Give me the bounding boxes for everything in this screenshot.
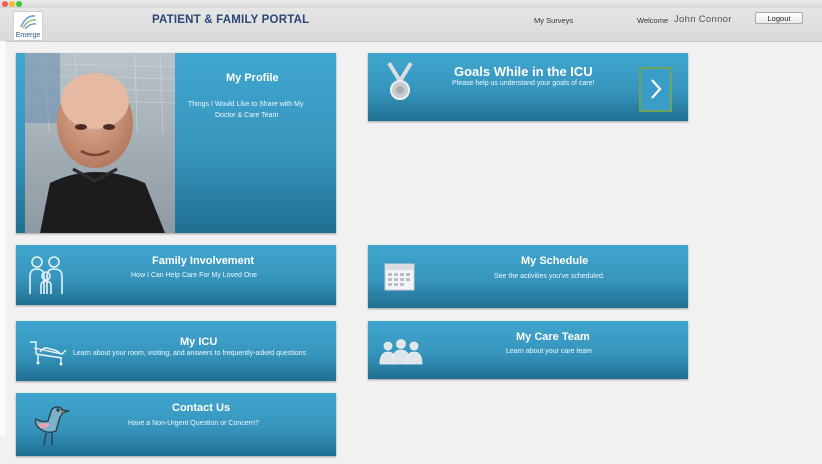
family-icon bbox=[29, 256, 63, 294]
profile-photo bbox=[25, 53, 175, 233]
my-profile-subtitle-line2: Doctor & Care Team bbox=[215, 112, 279, 119]
chevron-right-icon bbox=[651, 79, 662, 99]
family-involvement-title: Family Involvement bbox=[152, 255, 255, 267]
my-icu-tile[interactable]: My ICU Learn about your room, visiting, … bbox=[16, 321, 336, 381]
minimize-window-icon[interactable] bbox=[9, 1, 15, 7]
bird-icon bbox=[34, 406, 70, 446]
my-icu-subtitle: Learn about your room, visiting, and ans… bbox=[73, 350, 307, 357]
window-titlebar bbox=[0, 0, 822, 8]
close-window-icon[interactable] bbox=[2, 1, 8, 7]
care-team-icon bbox=[379, 339, 423, 365]
welcome-label: Welcome bbox=[637, 16, 669, 25]
goals-in-icu-tile[interactable]: Goals While in the ICU Please help us un… bbox=[368, 53, 688, 121]
logo-text: Emerge bbox=[15, 32, 41, 39]
my-care-team-tile[interactable]: My Care Team Learn about your care team bbox=[368, 321, 688, 379]
my-profile-title: My Profile bbox=[226, 72, 279, 84]
goals-subtitle: Please help us understand your goals of … bbox=[452, 80, 595, 87]
family-involvement-tile[interactable]: Family Involvement How I Can Help Care F… bbox=[16, 245, 336, 305]
calendar-icon bbox=[384, 263, 415, 291]
hospital-bed-icon bbox=[30, 341, 67, 366]
contact-us-title: Contact Us bbox=[172, 402, 231, 414]
my-schedule-tile[interactable]: My Schedule See the activities you've sc… bbox=[368, 245, 688, 308]
maximize-window-icon[interactable] bbox=[16, 1, 22, 7]
portal-title: PATIENT & FAMILY PORTAL bbox=[152, 14, 310, 26]
my-profile-tile[interactable]: My Profile Things I Would Like to Share … bbox=[16, 53, 336, 233]
my-schedule-title: My Schedule bbox=[521, 255, 589, 267]
emerge-logo[interactable]: Emerge bbox=[13, 11, 43, 41]
my-surveys-link[interactable]: My Surveys bbox=[534, 16, 573, 25]
emerge-logo-icon bbox=[20, 15, 37, 30]
goals-title: Goals While in the ICU bbox=[454, 64, 593, 79]
my-care-team-title: My Care Team bbox=[516, 331, 590, 343]
goals-arrow-button[interactable] bbox=[639, 67, 672, 112]
my-schedule-subtitle: See the activities you've scheduled. bbox=[494, 273, 605, 280]
my-care-team-subtitle: Learn about your care team bbox=[506, 348, 592, 355]
my-icu-title: My ICU bbox=[180, 336, 218, 348]
my-profile-subtitle-line1: Things I Would Like to Share with My bbox=[188, 101, 304, 108]
medal-icon bbox=[387, 61, 413, 100]
user-name: John Connor bbox=[674, 14, 732, 25]
family-involvement-subtitle: How I Can Help Care For My Loved One bbox=[131, 272, 258, 279]
logout-button[interactable]: Logout bbox=[755, 12, 803, 24]
portal-header: Emerge PATIENT & FAMILY PORTAL My Survey… bbox=[0, 8, 822, 42]
contact-us-tile[interactable]: Contact Us Have a Non-Urgent Question or… bbox=[16, 393, 336, 456]
profile-photo-image bbox=[25, 53, 175, 233]
page-left-edge bbox=[0, 41, 6, 436]
contact-us-subtitle: Have a Non-Urgent Question or Concern? bbox=[128, 420, 259, 427]
